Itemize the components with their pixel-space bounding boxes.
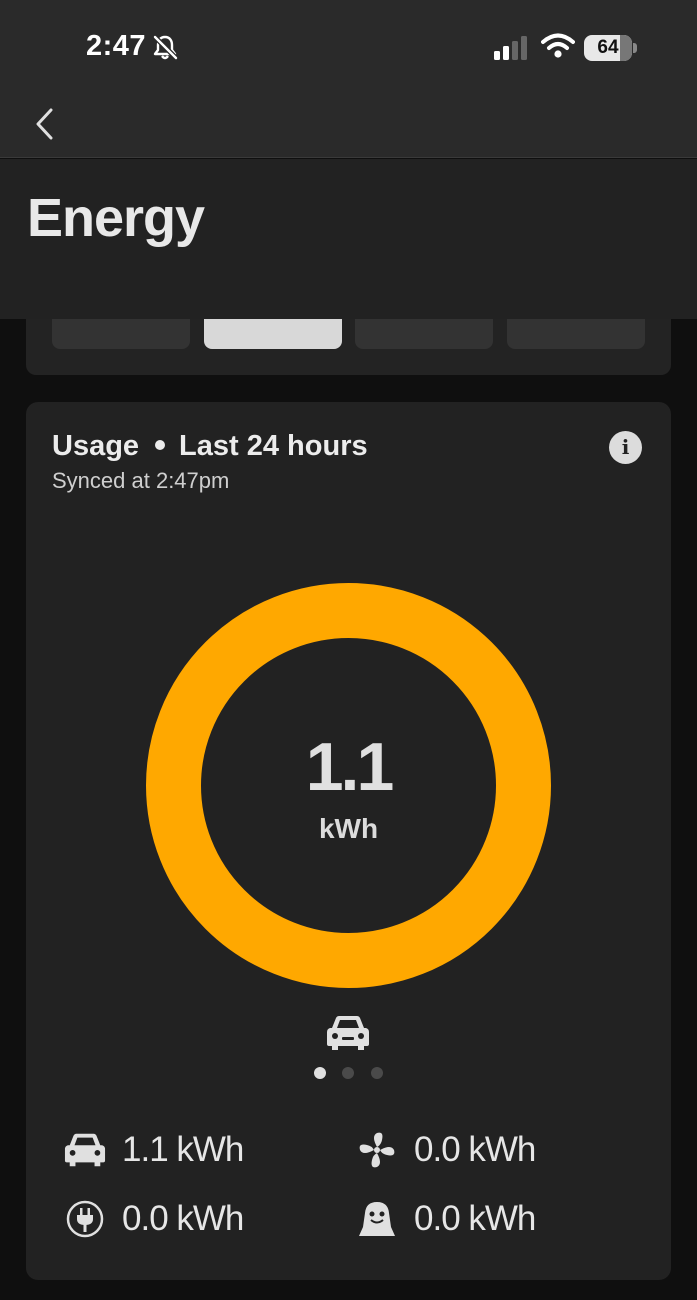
status-bar: 2:47 64 bbox=[0, 0, 697, 90]
chevron-left-icon[interactable] bbox=[28, 104, 64, 144]
separator-dot bbox=[155, 439, 166, 450]
usage-heading: Usage Last 24 hours bbox=[52, 430, 368, 463]
page-dot-3[interactable] bbox=[371, 1067, 383, 1079]
page-indicator bbox=[314, 1067, 384, 1079]
total-usage-value: 1.1 bbox=[305, 729, 395, 805]
metric-charging: 0.0 kWh bbox=[64, 1197, 314, 1241]
total-usage-unit: kWh bbox=[318, 813, 379, 844]
wifi-icon bbox=[541, 33, 575, 58]
battery-cap bbox=[633, 43, 637, 53]
page-title: Energy bbox=[27, 188, 205, 248]
energy-screen: 2:47 64 Energy Usage Last 24 hours Synce… bbox=[0, 0, 697, 1300]
battery-indicator: 64 bbox=[584, 35, 638, 61]
car-icon[interactable] bbox=[326, 1014, 370, 1052]
car-icon bbox=[64, 1133, 106, 1167]
page-header: Energy bbox=[0, 159, 697, 319]
synced-time: Synced at 2:47pm bbox=[52, 468, 230, 493]
page-dot-1[interactable] bbox=[314, 1067, 326, 1079]
metric-value: 0.0 kWh bbox=[414, 1130, 536, 1169]
fan-icon bbox=[359, 1132, 395, 1168]
metric-climate: 0.0 kWh bbox=[356, 1128, 636, 1172]
usage-donut-chart: 1.1 kWh bbox=[146, 583, 551, 988]
bell-slash-icon bbox=[153, 35, 178, 60]
metric-value: 0.0 kWh bbox=[122, 1199, 244, 1238]
usage-title: Usage bbox=[52, 430, 140, 462]
battery-level: 64 bbox=[597, 37, 619, 58]
status-time: 2:47 bbox=[86, 30, 147, 62]
sentry-icon bbox=[359, 1202, 395, 1236]
usage-card: Usage Last 24 hours Synced at 2:47pm i 1.… bbox=[26, 402, 671, 1280]
metric-sentry: 0.0 kWh bbox=[356, 1197, 636, 1241]
page-dot-2[interactable] bbox=[342, 1067, 354, 1079]
plug-icon bbox=[66, 1200, 104, 1238]
usage-period: Last 24 hours bbox=[179, 430, 368, 462]
metric-driving: 1.1 kWh bbox=[64, 1128, 314, 1172]
nav-bar bbox=[0, 90, 697, 158]
signal-icon bbox=[494, 36, 527, 60]
info-icon[interactable]: i bbox=[609, 431, 642, 464]
metric-value: 0.0 kWh bbox=[414, 1199, 536, 1238]
metric-value: 1.1 kWh bbox=[122, 1130, 244, 1169]
